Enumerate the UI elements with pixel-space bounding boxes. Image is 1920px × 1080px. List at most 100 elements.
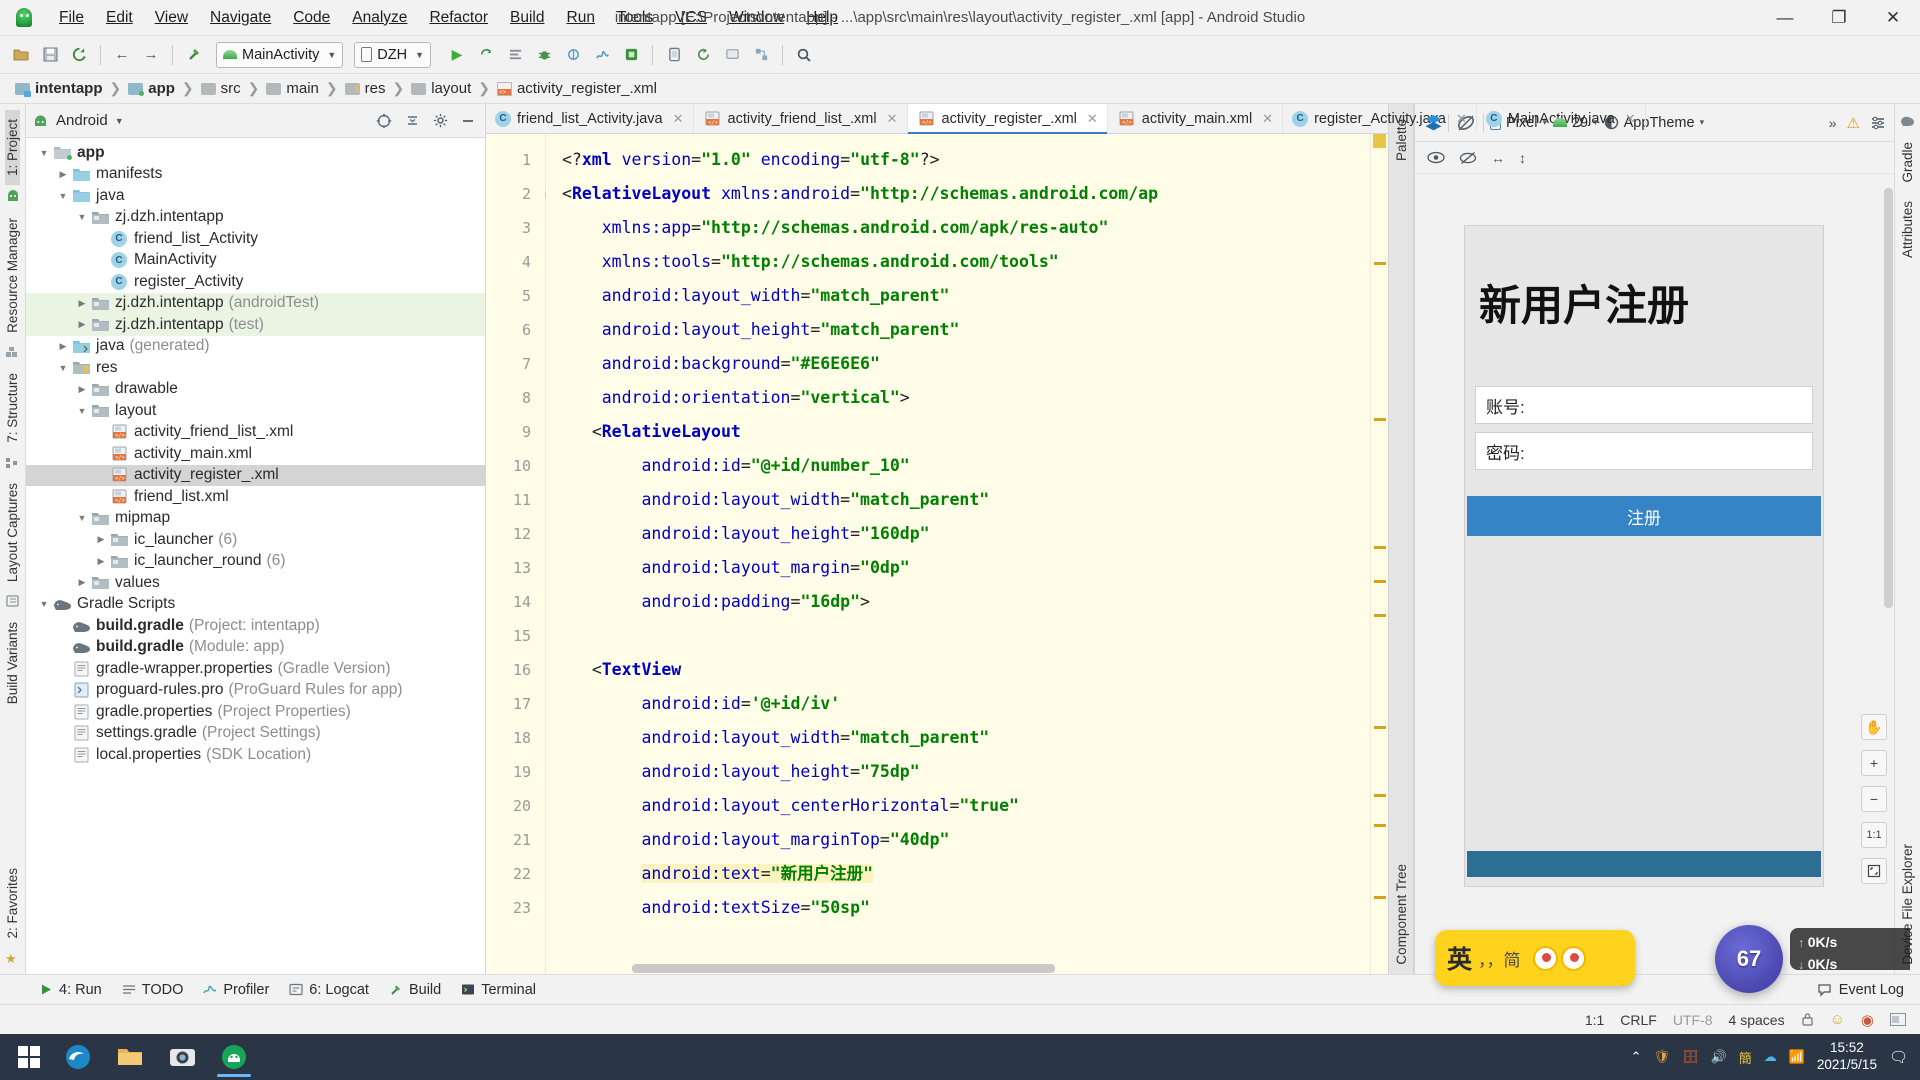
code-line[interactable]: android:layout_width="match_parent" (546, 721, 1370, 755)
editor-tab-bar[interactable]: Cfriend_list_Activity.java ✕ </> activity_f… (486, 104, 1723, 134)
breadcrumb-item-file[interactable]: activity_register_.xml (494, 78, 660, 99)
file-encoding[interactable]: UTF-8 (1673, 1012, 1713, 1028)
line-number[interactable]: 1 (486, 143, 545, 177)
warning-icon[interactable]: ⚠ (1847, 114, 1860, 132)
close-icon[interactable]: ✕ (887, 111, 898, 127)
preview-settings-icon[interactable] (1870, 115, 1886, 131)
minimize-button[interactable]: — (1758, 0, 1812, 36)
code-line[interactable]: android:layout_width="match_parent" (546, 483, 1370, 517)
line-number[interactable]: 16− (486, 653, 576, 687)
line-number[interactable]: 4 (486, 245, 545, 279)
debug-icon[interactable] (531, 42, 557, 68)
sync-project-icon[interactable] (66, 42, 92, 68)
avd-manager-icon[interactable] (661, 42, 687, 68)
preview-password-field[interactable]: 密码: (1475, 432, 1813, 470)
profiler-icon[interactable] (589, 42, 615, 68)
tree-row[interactable]: proguard-rules.pro (ProGuard Rules for ap… (26, 680, 485, 702)
tree-row[interactable]: Gradle Scripts (26, 594, 485, 616)
sidebar-item-gradle[interactable]: Gradle (1900, 133, 1915, 192)
breadcrumb-item-layout[interactable]: layout (408, 78, 474, 99)
hide-panel-icon[interactable] (457, 110, 479, 132)
network-icon[interactable]: 📶 (1789, 1049, 1805, 1065)
line-number[interactable]: 19 (486, 755, 545, 789)
menu-edit[interactable]: Edit (95, 5, 144, 31)
code-line[interactable]: <RelativeLayout (546, 415, 1370, 449)
tree-row[interactable]: settings.gradle (Project Settings) (26, 723, 485, 745)
close-icon[interactable]: ✕ (673, 111, 684, 127)
menu-file[interactable]: File (48, 5, 95, 31)
code-line[interactable]: xmlns:tools="http://schemas.android.com/… (546, 245, 1370, 279)
line-number[interactable]: 22 (486, 857, 545, 891)
tree-row[interactable]: </> activity_register_.xml (26, 464, 485, 486)
code-line[interactable]: android:padding="16dp"> (546, 585, 1370, 619)
code-line[interactable]: <TextView (546, 653, 1370, 687)
code-line[interactable]: android:layout_centerHorizontal="true" (546, 789, 1370, 823)
bottom-tool-terminal[interactable]: Terminal (455, 982, 550, 998)
sidebar-item-favorites[interactable]: 2: Favorites (5, 858, 20, 948)
collapse-all-icon[interactable] (401, 110, 423, 132)
close-button[interactable]: ✕ (1866, 0, 1920, 36)
windows-start-icon[interactable] (6, 1037, 52, 1077)
line-number[interactable]: 15 (486, 619, 545, 653)
bottom-tool-run[interactable]: 4: Run (34, 982, 116, 998)
ime-floating-bar[interactable]: 英 ，，简 (1435, 930, 1635, 986)
network-speed-widget[interactable]: ↑ 0K/s ↓ 0K/s (1790, 928, 1910, 972)
tree-row[interactable]: gradle.properties (Project Properties) (26, 701, 485, 723)
inspection-icon[interactable]: ◉ (1861, 1011, 1874, 1029)
apply-code-changes-icon[interactable] (502, 42, 528, 68)
preview-register-button[interactable]: 注册 (1467, 496, 1821, 536)
code-content[interactable]: <?xml version="1.0" encoding="utf-8"?> <R… (546, 134, 1370, 974)
menu-run[interactable]: Run (556, 5, 606, 31)
code-line[interactable]: android:layout_width="match_parent" (546, 279, 1370, 313)
tree-toggle-arrow-icon[interactable] (55, 191, 71, 201)
notification-icon[interactable]: 🗨 (1889, 1048, 1908, 1066)
show-hidden-icons-icon[interactable]: ⌃ (1631, 1049, 1642, 1065)
tree-row[interactable]: zj.dzh.intentapp (26, 207, 485, 229)
taskbar-clock[interactable]: 15:52 2021/5/15 (1817, 1040, 1877, 1074)
preview-canvas[interactable]: 新用户注册 账号: 密码: 注册 ✋ + − 1:1 (1415, 174, 1894, 974)
code-line[interactable]: android:layout_marginTop="40dp" (546, 823, 1370, 857)
tree-row[interactable]: ic_launcher(6) (26, 529, 485, 551)
bottom-tool-logcat[interactable]: 6: Logcat (283, 982, 383, 998)
line-number[interactable]: 21 (486, 823, 545, 857)
tree-row[interactable]: mipmap (26, 508, 485, 530)
scroll-from-source-icon[interactable] (373, 110, 395, 132)
tree-row[interactable]: </> activity_friend_list_.xml (26, 422, 485, 444)
project-view-selector[interactable]: Android ▼ (32, 112, 124, 129)
navigate-forward-icon[interactable]: → (138, 42, 164, 68)
caret-position[interactable]: 1:1 (1585, 1012, 1604, 1028)
event-log-button[interactable]: Event Log (1839, 982, 1904, 998)
breadcrumb-item-src[interactable]: src (198, 78, 244, 99)
cloud-sync-icon[interactable]: ☁ (1764, 1049, 1777, 1065)
security-icon[interactable]: 🛡 (1653, 1049, 1670, 1065)
storage-icon[interactable]: 🗄 (1682, 1049, 1699, 1065)
ime-tray-icon[interactable]: 簡 (1739, 1048, 1752, 1067)
tree-row[interactable]: res (26, 357, 485, 379)
run-configuration-selector[interactable]: MainActivity ▼ (216, 41, 344, 68)
menu-view[interactable]: View (144, 5, 199, 31)
bottom-tool-profiler[interactable]: Profiler (197, 982, 283, 998)
line-number[interactable]: 7 (486, 347, 562, 381)
menu-tools[interactable]: Tools (606, 5, 664, 31)
line-number[interactable]: 10 (486, 449, 545, 483)
edge-browser-icon[interactable] (52, 1035, 104, 1079)
sidebar-item-layout-captures[interactable]: Layout Captures (5, 474, 20, 591)
line-separator[interactable]: CRLF (1620, 1012, 1657, 1028)
search-everywhere-icon[interactable] (791, 42, 817, 68)
tree-row[interactable]: gradle-wrapper.properties (Gradle Version… (26, 658, 485, 680)
code-line[interactable]: android:id="@+id/number_10" (546, 449, 1370, 483)
tree-row[interactable]: Cregister_Activity (26, 271, 485, 293)
camera-icon[interactable] (156, 1035, 208, 1079)
menu-analyze[interactable]: Analyze (341, 5, 418, 31)
eye-icon[interactable] (1427, 151, 1445, 165)
layers-icon[interactable] (1423, 113, 1442, 132)
close-icon[interactable]: ✕ (1625, 111, 1636, 127)
save-all-icon[interactable] (37, 42, 63, 68)
tree-row[interactable]: local.properties (SDK Location) (26, 744, 485, 766)
run-button[interactable]: ▶ (444, 42, 470, 68)
code-line[interactable]: <?xml version="1.0" encoding="utf-8"?> (546, 143, 1370, 177)
line-number[interactable]: 9− (486, 415, 576, 449)
line-number[interactable]: 8 (486, 381, 545, 415)
apply-changes-icon[interactable] (473, 42, 499, 68)
tree-toggle-arrow-icon[interactable] (93, 534, 109, 545)
